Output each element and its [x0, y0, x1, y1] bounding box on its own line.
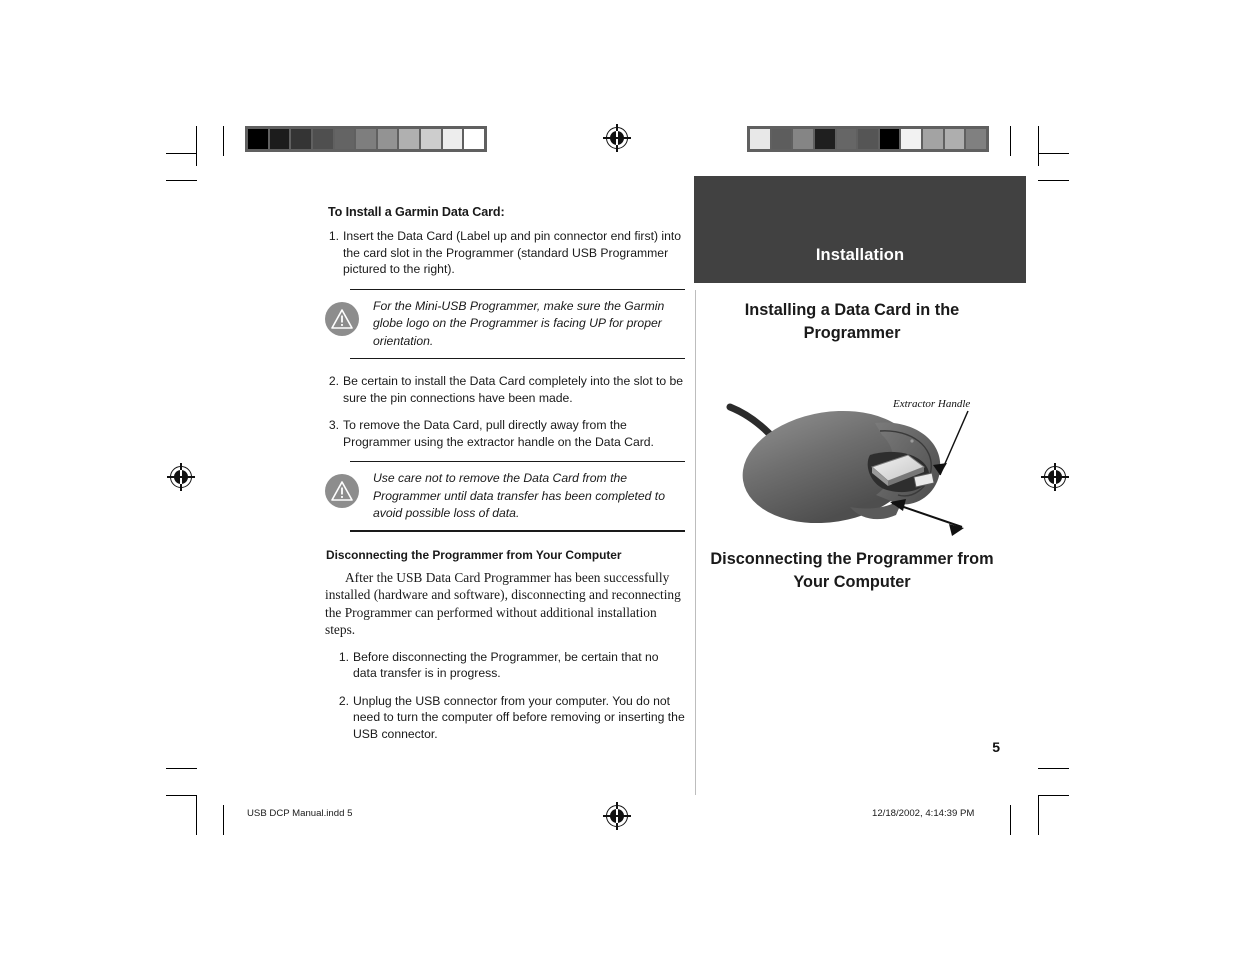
list-item: 2. Be certain to install the Data Card c… [325, 373, 685, 406]
calibration-left-swatch [248, 129, 268, 149]
note-block-2: Use care not to remove the Data Card fro… [325, 461, 685, 532]
install-steps-list-2: 2. Be certain to install the Data Card c… [325, 373, 685, 450]
calibration-left-swatch [399, 129, 420, 149]
registration-target-icon-top [603, 124, 631, 152]
calibration-left-swatch [442, 129, 463, 149]
list-item: 2. Unplug the USB connector from your co… [335, 693, 685, 743]
calibration-right-swatch [966, 129, 987, 149]
calibration-strip-left [245, 126, 487, 152]
crop-mark-top-right-h2 [1038, 180, 1069, 181]
note-rule-top [350, 461, 685, 463]
list-item-number: 1. [338, 649, 349, 664]
crop-mark-top-left-h2 [166, 180, 197, 181]
chapter-band: Installation [694, 176, 1026, 283]
note-text: For the Mini-USB Programmer, make sure t… [373, 298, 665, 348]
manual-page: To Install a Garmin Data Card: 1. Insert… [0, 0, 1235, 954]
calibration-right-swatch [814, 129, 835, 149]
chapter-label: Installation [815, 246, 905, 264]
footer-filename: USB DCP Manual.indd 5 [247, 808, 353, 819]
sidebar-heading-disconnecting: Disconnecting the Programmer from Your C… [710, 550, 994, 591]
crop-mark-top-left-v2 [223, 126, 224, 156]
note-text: Use care not to remove the Data Card fro… [373, 471, 665, 520]
calibration-left-swatch [356, 129, 376, 149]
calibration-right-swatch [879, 129, 900, 149]
registration-target-icon-bottom [603, 802, 631, 830]
crop-mark-bottom-right-h [1038, 795, 1069, 796]
install-steps-list: 1. Insert the Data Card (Label up and pi… [325, 228, 685, 278]
crop-mark-bottom-right-v [1038, 795, 1039, 835]
list-item-text: Before disconnecting the Programmer, be … [353, 649, 659, 681]
crop-mark-top-right-v [1038, 126, 1039, 166]
calibration-right-swatch [836, 129, 857, 149]
footer-timestamp: 12/18/2002, 4:14:39 PM [872, 808, 975, 819]
calibration-left-swatch [269, 129, 290, 149]
page-number: 5 [992, 739, 1000, 755]
calibration-right-swatch [901, 129, 922, 149]
left-text-column: To Install a Garmin Data Card: 1. Insert… [325, 205, 685, 753]
disconnect-paragraph: After the USB Data Card Programmer has b… [325, 569, 681, 638]
crop-mark-top-left-v [196, 126, 197, 166]
calibration-left-swatch [291, 129, 311, 149]
list-item-text: Unplug the USB connector from your compu… [353, 693, 685, 741]
note-block-1: For the Mini-USB Programmer, make sure t… [325, 288, 685, 359]
calibration-left-swatch [334, 129, 355, 149]
crop-mark-bottom-left-v2 [223, 805, 224, 835]
warning-triangle-icon [325, 301, 359, 336]
crop-mark-bottom-right-v2 [1010, 805, 1011, 835]
calibration-strip-right [747, 126, 989, 152]
calibration-right-swatch [944, 129, 965, 149]
disconnect-steps-list: 1. Before disconnecting the Programmer, … [325, 649, 685, 743]
note-rule-bottom [350, 357, 685, 359]
list-item-number: 1. [328, 229, 339, 243]
list-item-number: 2. [338, 693, 349, 708]
list-item-text: Insert the Data Card (Label up and pin c… [343, 229, 682, 276]
disconnect-subheading: Disconnecting the Programmer from Your C… [326, 547, 622, 562]
column-divider [695, 290, 696, 795]
calibration-right-swatch [923, 129, 943, 149]
figure-caption: Extractor Handle [893, 398, 971, 410]
install-heading: To Install a Garmin Data Card: [328, 205, 505, 219]
list-item: 1. Insert the Data Card (Label up and pi… [325, 228, 685, 278]
list-item-text: Be certain to install the Data Card comp… [343, 374, 684, 405]
note-rule-bottom [350, 530, 685, 532]
calibration-left-swatch [421, 129, 441, 149]
registration-target-icon-left [167, 463, 195, 491]
calibration-right-swatch [858, 129, 878, 149]
crop-mark-bottom-left-h [166, 795, 197, 796]
list-item: 1. Before disconnecting the Programmer, … [335, 649, 685, 682]
crop-mark-top-right-h [1038, 153, 1069, 154]
calibration-right-swatch [793, 129, 813, 149]
note-rule-top [350, 288, 685, 290]
registration-target-icon-right [1041, 463, 1069, 491]
sidebar-heading-installing: Installing a Data Card in the Programmer [744, 301, 960, 342]
calibration-right-swatch [750, 129, 770, 149]
crop-mark-bottom-left-h2 [166, 768, 197, 769]
list-item-text: To remove the Data Card, pull directly a… [343, 418, 654, 449]
crop-mark-top-left-h [166, 153, 197, 154]
warning-triangle-icon [325, 474, 359, 508]
crop-mark-bottom-left-v [196, 795, 197, 835]
calibration-right-swatch [771, 129, 792, 149]
crop-mark-top-right-v2 [1010, 126, 1011, 156]
calibration-left-swatch [464, 129, 485, 149]
calibration-left-swatch [377, 129, 398, 149]
list-item-number: 2. [328, 374, 339, 388]
calibration-left-swatch [312, 129, 333, 149]
crop-mark-bottom-right-h2 [1038, 768, 1069, 769]
list-item: 3. To remove the Data Card, pull directl… [325, 417, 685, 450]
list-item-number: 3. [328, 418, 339, 432]
